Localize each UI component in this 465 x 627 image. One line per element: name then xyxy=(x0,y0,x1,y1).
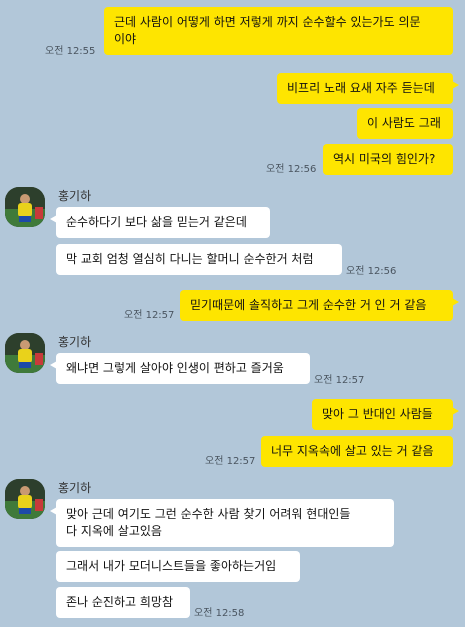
profile-photo-icon xyxy=(5,479,45,519)
sender-avatar[interactable] xyxy=(5,333,45,373)
my-message-bubble[interactable]: 이 사람도 그래 xyxy=(357,108,453,139)
their-message-bubble[interactable]: 존나 순진하고 희망참 xyxy=(56,587,190,618)
my-message-bubble[interactable]: 맞아 그 반대인 사람들 xyxy=(312,399,459,430)
my-message-bubble[interactable]: 근데 사람이 어떻게 하면 저렇게 까지 순수할수 있는가도 의문 이야 xyxy=(104,7,453,55)
message-timestamp: 오전 12:57 xyxy=(314,375,365,386)
message-timestamp: 오전 12:58 xyxy=(194,608,245,619)
profile-photo-icon xyxy=(5,187,45,227)
my-message-bubble[interactable]: 너무 지옥속에 살고 있는 거 같음 xyxy=(261,436,453,467)
their-message-bubble[interactable]: 맞아 근데 여기도 그런 순수한 사람 찾기 어려워 현대인들 다 지옥에 살고… xyxy=(50,499,394,547)
sender-name: 홍기하 xyxy=(58,189,92,203)
message-timestamp: 오전 12:57 xyxy=(205,456,256,467)
message-timestamp: 오전 12:56 xyxy=(266,164,317,175)
their-message-bubble[interactable]: 막 교회 엄청 열심히 다니는 할머니 순수한거 처럼 xyxy=(56,244,342,275)
sender-avatar[interactable] xyxy=(5,479,45,519)
profile-photo-icon xyxy=(5,333,45,373)
message-timestamp: 오전 12:55 xyxy=(45,46,96,57)
my-message-bubble[interactable]: 비프리 노래 요새 자주 듣는데 xyxy=(277,73,459,104)
sender-name: 홍기하 xyxy=(58,335,92,349)
their-message-bubble[interactable]: 그래서 내가 모더니스트들을 좋아하는거임 xyxy=(56,551,300,582)
message-timestamp: 오전 12:56 xyxy=(346,266,397,277)
sender-name: 홍기하 xyxy=(58,481,92,495)
sender-avatar[interactable] xyxy=(5,187,45,227)
my-message-bubble[interactable]: 역시 미국의 힘인가? xyxy=(323,144,453,175)
their-message-bubble[interactable]: 순수하다기 보다 삶을 믿는거 같은데 xyxy=(50,207,270,238)
my-message-bubble[interactable]: 믿기때문에 솔직하고 그게 순수한 거 인 거 같음 xyxy=(180,290,459,321)
message-timestamp: 오전 12:57 xyxy=(124,310,175,321)
their-message-bubble[interactable]: 왜냐면 그렇게 살아야 인생이 편하고 즐거움 xyxy=(50,353,310,384)
